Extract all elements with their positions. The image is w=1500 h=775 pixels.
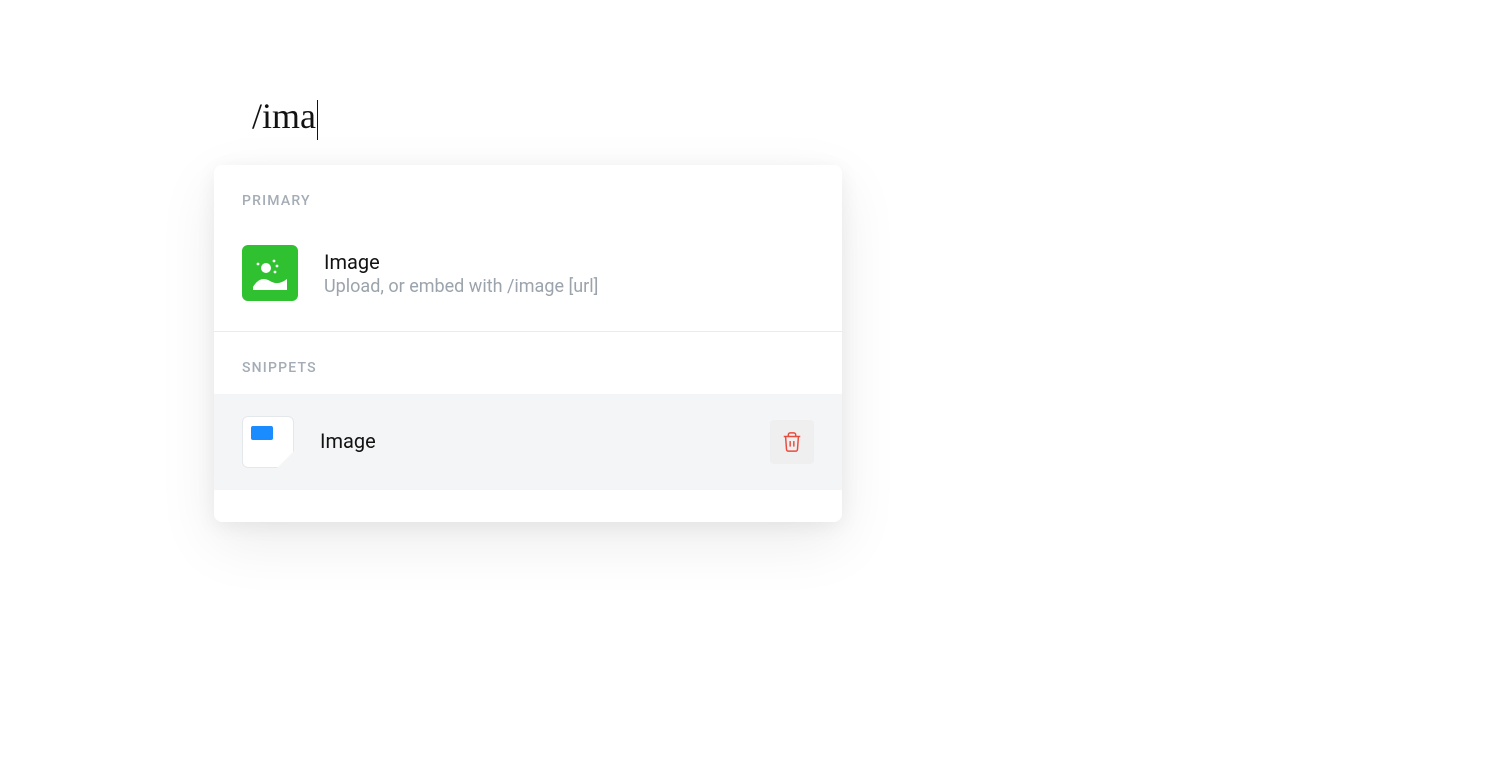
menu-item-text: Image [320, 429, 376, 455]
section-header-snippets: SNIPPETS [214, 332, 842, 394]
snippet-icon [242, 416, 294, 468]
dropdown-bottom-padding [214, 490, 842, 522]
menu-item-title: Image [320, 429, 376, 453]
command-menu-container: /ima PRIMARY Image Upload, or embed with… [214, 95, 842, 522]
menu-item-description: Upload, or embed with /image [url] [324, 276, 598, 297]
menu-item-text: Image Upload, or embed with /image [url] [324, 250, 598, 297]
command-dropdown: PRIMARY Image Upload, or embed with /ima… [214, 165, 842, 522]
image-icon [242, 245, 298, 301]
section-header-primary: PRIMARY [214, 165, 842, 227]
text-cursor [317, 100, 318, 140]
trash-icon [781, 431, 803, 453]
delete-button[interactable] [770, 420, 814, 464]
command-input[interactable]: /ima [214, 95, 318, 137]
menu-item-snippet-image[interactable]: Image [214, 394, 842, 490]
menu-item-title: Image [324, 250, 598, 274]
menu-item-left: Image [242, 416, 376, 468]
command-input-text: /ima [252, 96, 316, 136]
menu-item-image[interactable]: Image Upload, or embed with /image [url] [214, 227, 842, 331]
